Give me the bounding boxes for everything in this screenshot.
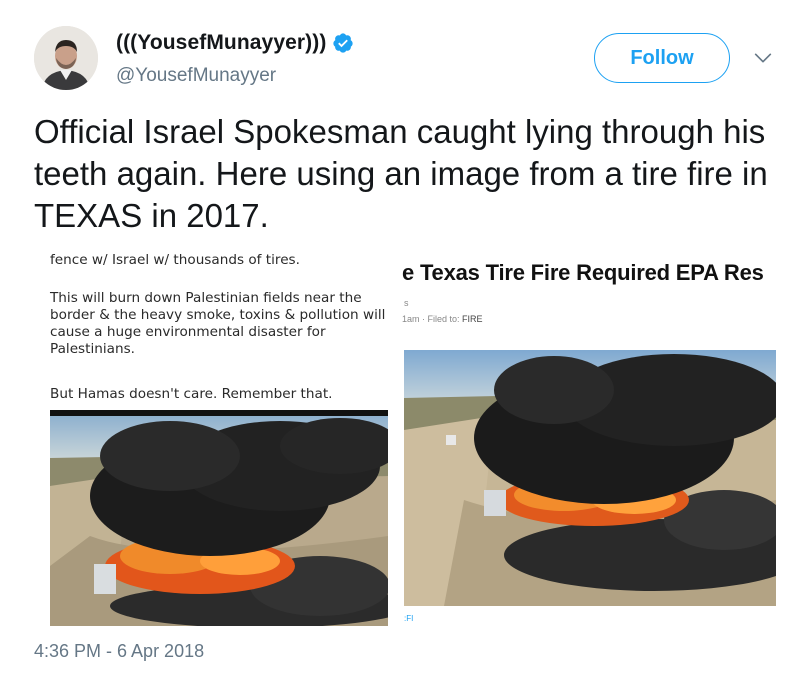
tweet-timestamp[interactable]: 4:36 PM - 6 Apr 2018 [34, 641, 204, 662]
follow-button[interactable]: Follow [594, 33, 730, 83]
author-display-name[interactable]: (((YousefMunayyer))) [116, 31, 326, 55]
right-screenshot-meta: 1am · Filed to: FIRE [402, 314, 483, 324]
right-fire-photo [404, 350, 776, 606]
meta-time: 1am [402, 314, 420, 324]
right-screenshot-caption: :FI [404, 614, 414, 623]
media-right-screenshot[interactable]: e Texas Tire Fire Required EPA Res s 1am… [402, 242, 784, 626]
left-screenshot-paragraph: This will burn down Palestinian fields n… [50, 290, 386, 357]
media-left-screenshot[interactable]: fence w/ Israel w/ thousands of tires. T… [38, 242, 390, 626]
author-name-row[interactable]: (((YousefMunayyer))) [116, 31, 354, 55]
right-screenshot-small: s [404, 298, 409, 308]
left-screenshot-line3: But Hamas doesn't care. Remember that. [50, 386, 333, 402]
tweet-media[interactable]: fence w/ Israel w/ thousands of tires. T… [34, 238, 784, 630]
left-fire-photo [50, 410, 388, 626]
tweet-text: Official Israel Spokesman caught lying t… [34, 113, 768, 234]
author-handle[interactable]: @YousefMunayyer [116, 65, 276, 87]
right-screenshot-headline: e Texas Tire Fire Required EPA Res [402, 260, 764, 285]
avatar[interactable] [34, 26, 98, 90]
meta-filed: Filed to: [427, 314, 460, 324]
meta-tag: FIRE [462, 314, 483, 324]
chevron-down-icon[interactable] [752, 47, 774, 69]
left-screenshot-line1: fence w/ Israel w/ thousands of tires. [50, 252, 300, 268]
verified-badge-icon [333, 33, 354, 53]
